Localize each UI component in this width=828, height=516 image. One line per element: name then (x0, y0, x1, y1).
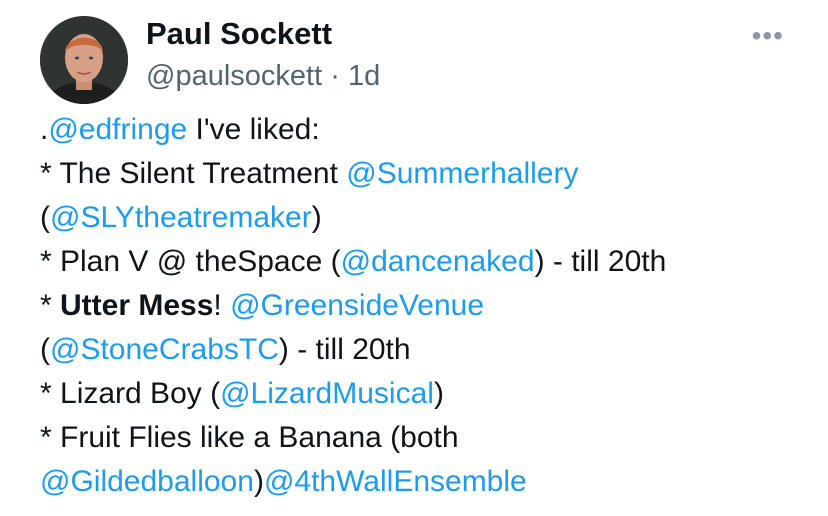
mention-link[interactable]: @Gildedballoon (40, 465, 254, 498)
tweet-card[interactable]: Paul Sockett @paulsockett · 1d ••• .@edf… (0, 0, 828, 516)
tweet-line: * Lizard Boy (@LizardMusical) (40, 372, 820, 416)
tweet-line: (@StoneCrabsTC) - till 20th (40, 328, 820, 372)
mention-link[interactable]: @StoneCrabsTC (50, 333, 279, 366)
text-segment: ) - till 20th (278, 333, 411, 366)
text-segment: * Fruit Flies like a Banana (both (40, 421, 459, 454)
text-segment: * Plan V @ theSpace ( (40, 245, 341, 278)
tweet-timestamp[interactable]: 1d (348, 60, 380, 92)
tweet-line: * Fruit Flies like a Banana (both (40, 416, 820, 460)
text-segment: ) (311, 201, 322, 234)
mention-link[interactable]: @SLYtheatremaker (50, 201, 312, 234)
text-segment: I've liked: (187, 113, 320, 146)
text-segment: * The Silent Treatment (40, 157, 347, 190)
tweet-line: @Gildedballoon)@4thWallEnsemble (40, 460, 820, 504)
meta-separator: · (330, 60, 340, 92)
tweet-meta: @paulsockett · 1d (146, 60, 380, 93)
mention-link[interactable]: @GreensideVenue (230, 289, 484, 322)
tweet-line: .@edfringe I've liked: (40, 108, 820, 152)
mention-link[interactable]: @edfringe (48, 113, 187, 146)
text-segment: ) (253, 465, 264, 498)
tweet-line: (@SLYtheatremaker) (40, 196, 820, 240)
text-segment: ) - till 20th (534, 245, 667, 278)
avatar[interactable] (40, 16, 128, 104)
text-segment: ( (40, 333, 50, 366)
bold-text: Utter Mess (60, 289, 214, 322)
tweet-text: .@edfringe I've liked: * The Silent Trea… (40, 108, 820, 504)
tweet-line: * Plan V @ theSpace (@dancenaked) - till… (40, 240, 820, 284)
avatar-image (40, 16, 128, 104)
tweet-line: * Utter Mess! @GreensideVenue (40, 284, 820, 328)
text-segment: ( (40, 201, 50, 234)
tweet-line: * The Silent Treatment @Summerhallery (40, 152, 820, 196)
text-segment: ) (433, 377, 444, 410)
mention-link[interactable]: @LizardMusical (220, 377, 434, 410)
ellipsis-icon[interactable]: ••• (752, 22, 784, 50)
mention-link[interactable]: @dancenaked (341, 245, 535, 278)
text-segment: ! (213, 289, 231, 322)
author-handle[interactable]: @paulsockett (146, 60, 322, 92)
text-segment: * (40, 289, 61, 322)
author-name[interactable]: Paul Sockett (146, 16, 332, 52)
text-segment: * Lizard Boy ( (40, 377, 221, 410)
mention-link[interactable]: @Summerhallery (346, 157, 578, 190)
mention-link[interactable]: @4thWallEnsemble (264, 465, 527, 498)
